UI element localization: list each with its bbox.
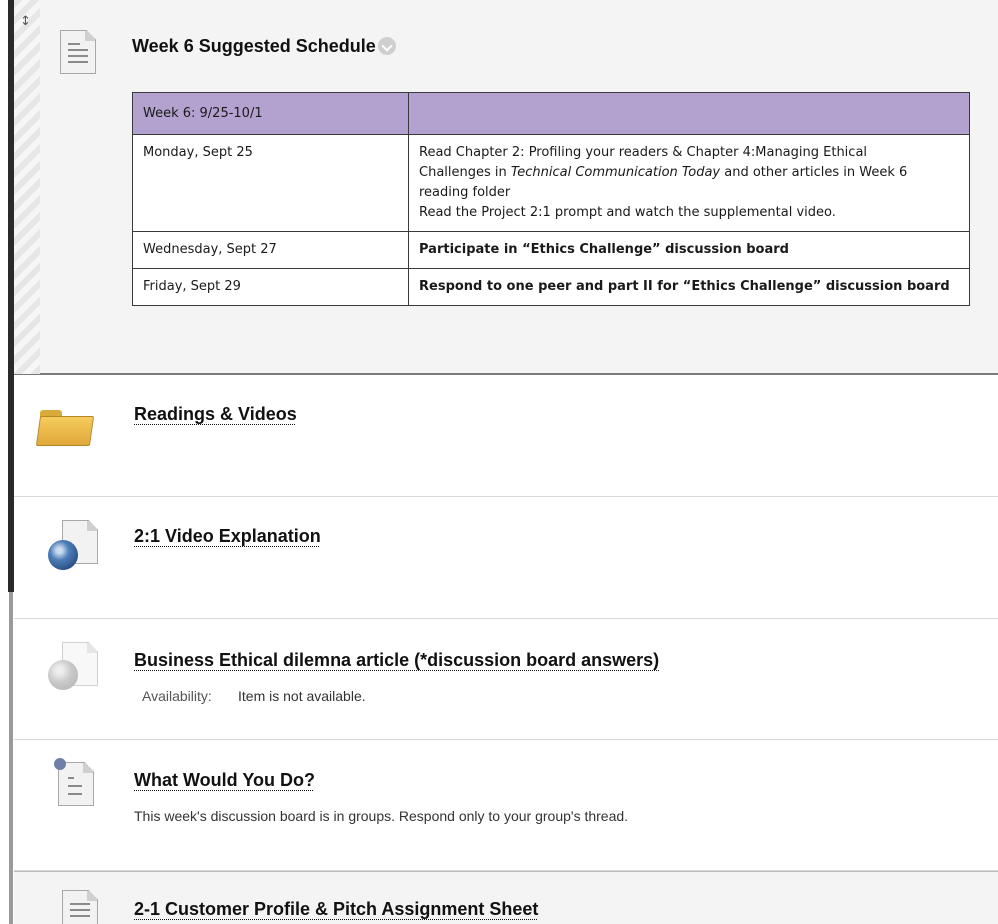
pin-icon (54, 758, 66, 770)
item-title-video-explanation[interactable]: 2:1 Video Explanation (134, 526, 321, 547)
task-line: Challenges in Technical Communication To… (419, 163, 959, 183)
task-text: Challenges in (419, 165, 511, 180)
table-header-week: Week 6: 9/25-10/1 (132, 92, 409, 135)
content-item-readings-videos (14, 377, 998, 497)
task-line: Read Chapter 2: Profiling your readers &… (419, 145, 868, 160)
item-title-what-would-you-do[interactable]: What Would You Do? (134, 770, 315, 791)
drag-handle[interactable]: ↕ (14, 0, 40, 374)
content-item-business-ethics-article (14, 619, 998, 740)
availability-value: Item is not available. (238, 688, 366, 704)
schedule-table: Week 6: 9/25-10/1 Monday, Sept 25 Read C… (132, 92, 970, 306)
document-icon (60, 30, 96, 74)
table-header-row: Week 6: 9/25-10/1 (132, 92, 970, 135)
content-item-what-would-you-do (14, 740, 998, 871)
table-cell-day: Wednesday, Sept 27 (132, 231, 409, 269)
item-title-text[interactable]: Week 6 Suggested Schedule (132, 36, 376, 56)
table-header-blank (408, 92, 970, 135)
item-title-week6[interactable]: Week 6 Suggested Schedule (132, 36, 396, 57)
task-line: reading folder (419, 185, 511, 200)
item-description: This week's discussion board is in group… (134, 808, 629, 824)
table-cell-task: Respond to one peer and part II for “Eth… (408, 268, 970, 306)
drag-handle-icon[interactable]: ↕ (20, 14, 31, 29)
left-edge-stripe-lower (9, 592, 13, 924)
availability-label: Availability: (142, 688, 212, 704)
item-title-readings-videos[interactable]: Readings & Videos (134, 404, 297, 425)
book-title: Technical Communication Today (510, 165, 721, 180)
table-row: Monday, Sept 25 Read Chapter 2: Profilin… (132, 134, 970, 232)
table-cell-task: Participate in “Ethics Challenge” discus… (408, 231, 970, 269)
item-title-customer-profile[interactable]: 2-1 Customer Profile & Pitch Assignment … (134, 899, 538, 920)
folder-icon (35, 410, 95, 446)
table-cell-day: Monday, Sept 25 (132, 134, 409, 232)
globe-link-icon (48, 660, 78, 690)
document-icon (62, 890, 98, 924)
globe-link-icon (48, 540, 78, 570)
table-row: Wednesday, Sept 27 Participate in “Ethic… (132, 231, 970, 269)
item-title-business-ethics[interactable]: Business Ethical dilemna article (*discu… (134, 650, 659, 671)
table-cell-task: Read Chapter 2: Profiling your readers &… (408, 134, 970, 232)
table-cell-day: Friday, Sept 29 (132, 268, 409, 306)
task-line: Read the Project 2:1 prompt and watch th… (419, 205, 836, 220)
left-edge-bar (0, 0, 14, 924)
table-row: Friday, Sept 29 Respond to one peer and … (132, 268, 970, 306)
checkmark-status-icon[interactable] (377, 37, 396, 55)
task-text: and other articles in Week 6 (720, 165, 908, 180)
content-item-video-explanation (14, 497, 998, 619)
